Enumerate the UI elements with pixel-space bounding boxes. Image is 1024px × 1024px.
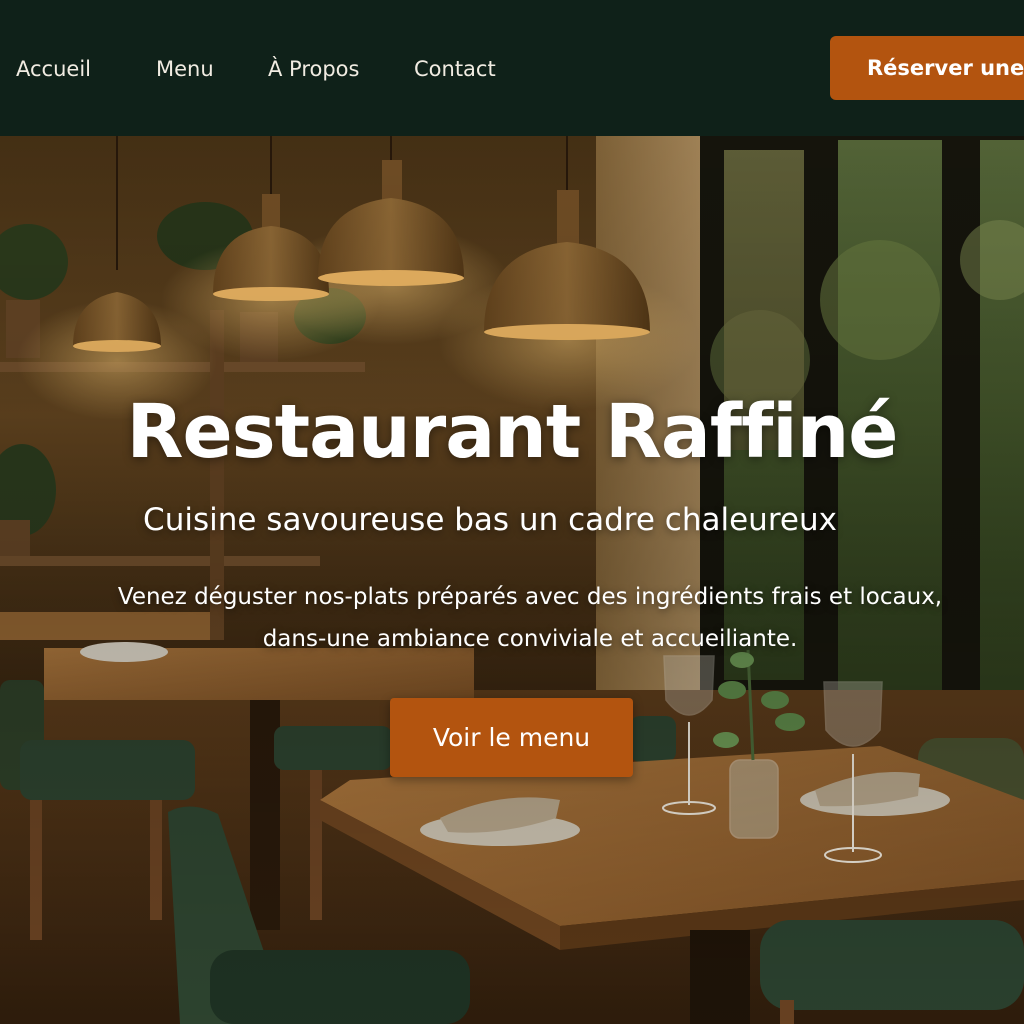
hero-description: Venez déguster nos-plats préparés avec d…: [60, 576, 1000, 660]
top-navbar: Accueil Menu À Propos Contact Réserver u…: [0, 0, 1024, 136]
hero-description-line-2: dans-une ambiance conviviale et accueili…: [262, 626, 798, 652]
reserve-table-button[interactable]: Réserver une t: [830, 36, 1024, 100]
nav-link-accueil[interactable]: Accueil: [16, 52, 91, 86]
view-menu-button[interactable]: Voir le menu: [390, 698, 633, 777]
page: Accueil Menu À Propos Contact Réserver u…: [0, 0, 1024, 1024]
nav-link-a-propos[interactable]: À Propos: [268, 52, 359, 86]
hero-description-line-1: Venez déguster nos-plats préparés avec d…: [117, 584, 943, 610]
nav-link-menu[interactable]: Menu: [156, 52, 214, 86]
nav-link-contact[interactable]: Contact: [414, 52, 496, 86]
hero-subtitle: Cuisine savoureuse bas un cadre chaleure…: [143, 502, 837, 538]
hero-title: Restaurant Raffiné: [126, 389, 899, 475]
hero-section: Restaurant Raffiné Cuisine savoureuse ba…: [0, 136, 1024, 1024]
